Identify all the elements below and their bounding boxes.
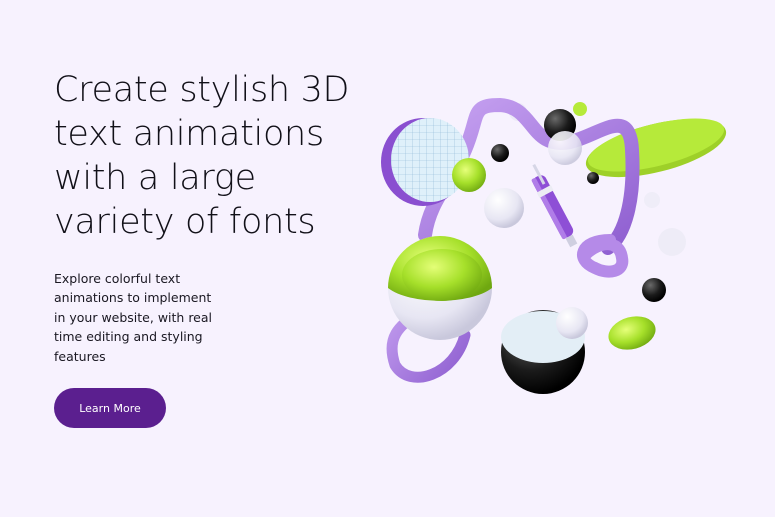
small-black-ball-icon [587, 172, 599, 184]
small-lime-ball-icon [573, 102, 587, 116]
lime-disc-icon [585, 118, 727, 178]
hero-subtitle: Explore colorful text animations to impl… [54, 271, 213, 364]
white-ball-icon [484, 188, 524, 228]
learn-more-button[interactable]: Learn More [54, 388, 166, 428]
hero-title: Create stylish 3D text animations with a… [54, 70, 350, 242]
lime-blob-icon [608, 316, 656, 350]
grid-disc-icon [381, 118, 469, 206]
white-ball-icon [548, 131, 582, 165]
3d-shapes-illustration [381, 97, 727, 394]
pen-icon [531, 163, 578, 248]
black-ball-icon [642, 278, 666, 302]
lime-ball-icon [452, 158, 486, 192]
small-white-ball-icon [644, 192, 660, 208]
large-lime-sphere-icon [388, 236, 492, 340]
black-ball-icon [491, 144, 509, 162]
small-white-ball-icon [658, 228, 686, 256]
black-hemisphere-icon [501, 307, 588, 394]
